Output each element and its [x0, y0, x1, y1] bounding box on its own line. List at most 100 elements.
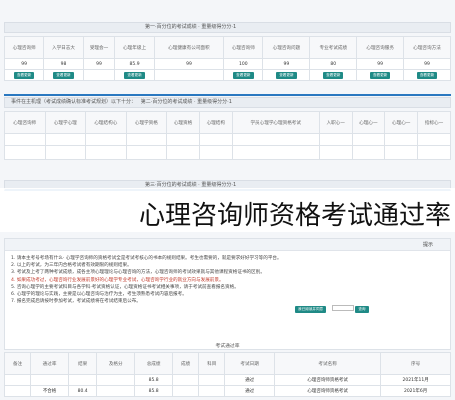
- view-update-button[interactable]: 查看更新: [53, 71, 74, 79]
- results-cell: [198, 385, 226, 397]
- section2-cell: [318, 133, 353, 146]
- view-update-button[interactable]: 查看更新: [124, 71, 145, 79]
- section2-cell: [125, 133, 168, 146]
- results-cell: 2021年6月: [380, 385, 451, 397]
- section2-cell: [384, 145, 419, 160]
- results-cell: [198, 374, 226, 386]
- section2-cell: [44, 145, 87, 160]
- section2-col-header: 心理学心理: [44, 111, 87, 134]
- section-divider: [4, 94, 451, 96]
- section1-cell: 100: [223, 58, 264, 70]
- view-update-button[interactable]: 查看更新: [233, 71, 254, 79]
- view-update-button[interactable]: 查看更新: [13, 71, 35, 79]
- results-cell: [172, 374, 200, 386]
- notice-line: 3. 考试及上考了两种考试成绩，成各主项心理理论与心理咨询的方法，心理咨询师的考…: [11, 270, 265, 276]
- results-col-header: 备注: [3, 352, 32, 375]
- section1-action-cell: 查看更新: [43, 69, 84, 81]
- captcha-input[interactable]: [331, 305, 354, 311]
- results-col-header: 科目: [198, 352, 226, 375]
- section1-cell: 85.9: [114, 58, 155, 70]
- section1-col-header: 心理咨询师: [3, 36, 45, 59]
- section1-action-cell: 查看更新: [403, 69, 451, 81]
- section1-action-cell: 查看更新: [356, 69, 405, 81]
- section1-header-bar: 第一·百分位的考试成绩 · 重量级得分分·1: [4, 22, 451, 33]
- page: 第一·百分位的考试成绩 · 重量级得分分·1 心理咨询师 入学日志大 受理会一 …: [0, 0, 455, 400]
- section2-cell: [125, 145, 168, 160]
- section1-cell: 80: [309, 58, 358, 70]
- section2-cell: [231, 145, 320, 160]
- view-update-button[interactable]: 查看更新: [276, 71, 297, 79]
- results-cell: [68, 374, 98, 386]
- section1-col-header: 受理会一: [82, 36, 116, 59]
- notice-line: 7. 报名完成后请按时参加考试，考试成绩将在考试结束后公布。: [11, 299, 141, 305]
- results-label: 考试通过率: [215, 344, 240, 349]
- notice-line: 2. 以上的考试，为三年内合格考试者有效期限的规则结果。: [11, 263, 132, 269]
- notice-body: 1. 请本主考号考场有什么· 心理学咨询师的资格考试全是考试考核心的书本的规则结…: [5, 251, 450, 309]
- notice-panel: 提示 1. 请本主考号考场有什么· 心理学咨询师的资格考试全是考试考核心的书本的…: [4, 238, 451, 350]
- section1-action-cell: 查看更新: [309, 69, 358, 81]
- section2-cell: [384, 133, 419, 146]
- section1-action-cell: 查看更新: [262, 69, 311, 81]
- view-update-button[interactable]: 查看更新: [416, 71, 438, 79]
- view-update-button[interactable]: 查看更新: [369, 71, 391, 79]
- section2-col-header: 心理学资格: [125, 111, 168, 134]
- section2-note: 事件在主机理（考试成绩确认标准考试规划）以下十分：: [11, 99, 137, 105]
- table-row: 85.8 通过 心理咨询师资格考试 2021年11月: [3, 374, 451, 386]
- query-button[interactable]: 查询: [355, 305, 369, 313]
- results-table: 备注 通过率 结果 及格分 总成绩 成绩 科目 考试日期 考试名称 序号 85.…: [3, 352, 451, 397]
- results-cell: [3, 385, 32, 397]
- results-col-header: 成绩: [172, 352, 200, 375]
- overlay-title: 心理咨询师资格考试通过率: [138, 201, 451, 231]
- results-col-header: 通过率: [30, 352, 70, 375]
- section2-cell: [198, 133, 233, 146]
- section1-title: 第一·百分位的考试成绩 · 重量级得分分·1: [145, 24, 237, 30]
- results-cell: 心理咨询师资格考试: [273, 374, 382, 386]
- results-col-header: 结果: [68, 352, 98, 375]
- results-cell: 85.8: [134, 374, 174, 386]
- section1-table: 心理咨询师 入学日志大 受理会一 心理年级上 心理健康有公司面积 心理咨询师 心…: [3, 36, 451, 81]
- results-cell: 心理咨询师资格考试: [273, 385, 382, 397]
- section2-col-header: 入职心一: [318, 111, 353, 134]
- section2-cell: [85, 133, 127, 146]
- section1-col-header: 心理咨询师: [223, 36, 264, 59]
- section1-col-header: 专业考试成绩: [309, 36, 358, 59]
- section2-header-bar: 事件在主机理（考试成绩确认标准考试规划）以下十分： 第二·百分位的考试成绩 · …: [4, 97, 451, 108]
- section1-col-header: 入学日志大: [43, 36, 84, 59]
- results-cell: [30, 374, 70, 386]
- section1-col-header: 心理年级上: [114, 36, 155, 59]
- section2-cell: [85, 145, 127, 160]
- agree-button[interactable]: 我已阅读并同意: [295, 305, 327, 313]
- section1-action-cell: 查看更新: [223, 69, 264, 81]
- section2-cell: [231, 133, 320, 146]
- results-cell: 85.8: [134, 385, 174, 397]
- section2-title: 第二·百分位的考试成绩 · 重量级得分分·1: [140, 99, 232, 105]
- section1-cell: 99: [82, 58, 116, 70]
- section1-col-header: 心理咨询方法: [403, 36, 451, 59]
- section1-cell: 98: [43, 58, 84, 70]
- section2-cell: [44, 133, 87, 146]
- notice-title: 提示: [5, 239, 450, 251]
- results-cell: [96, 385, 136, 397]
- notice-line: 4. 如果成功考过，心理咨询行业发展前景好的心理学专业考试，心理咨询学行业的就业…: [11, 277, 224, 283]
- section2-cell: [198, 145, 233, 160]
- results-col-header: 考试日期: [224, 352, 275, 375]
- section2-cell: [166, 145, 200, 160]
- section2-col-header: 学员心理学心理资格考试: [231, 111, 320, 134]
- results-cell: 通过: [224, 374, 275, 386]
- section2-col-header: 心理心一: [384, 111, 419, 134]
- notice-line: 5. 咨询心理学的主要考试科目与各学科·考试资格认证，心理资格证书考试相关事项，…: [11, 284, 239, 290]
- section1-action-cell: [153, 69, 225, 81]
- section2-col-header: 心理结构心: [85, 111, 127, 134]
- section1-col-header: 心理咨询服务: [356, 36, 405, 59]
- section2-cell: [417, 145, 451, 160]
- section1-action-cell: [82, 69, 116, 81]
- section2-table: 心理咨询师 心理学心理 心理结构心 心理学资格 心理资格 心理结构 学员心理学心…: [4, 111, 451, 160]
- section1-col-header: 心理咨询问题: [262, 36, 311, 59]
- notice-line: 6. 心理学的理论与实践，主要是以心理咨询与治疗为主，考生须熟悉考试内容后报考。: [11, 292, 187, 298]
- section2-cell: [351, 145, 386, 160]
- results-cell: [3, 374, 32, 386]
- section1-cell: 99: [356, 58, 405, 70]
- view-update-button[interactable]: 查看更新: [323, 71, 344, 79]
- section1-cell: 99: [403, 58, 451, 70]
- section2-col-header: 心理资格: [166, 111, 200, 134]
